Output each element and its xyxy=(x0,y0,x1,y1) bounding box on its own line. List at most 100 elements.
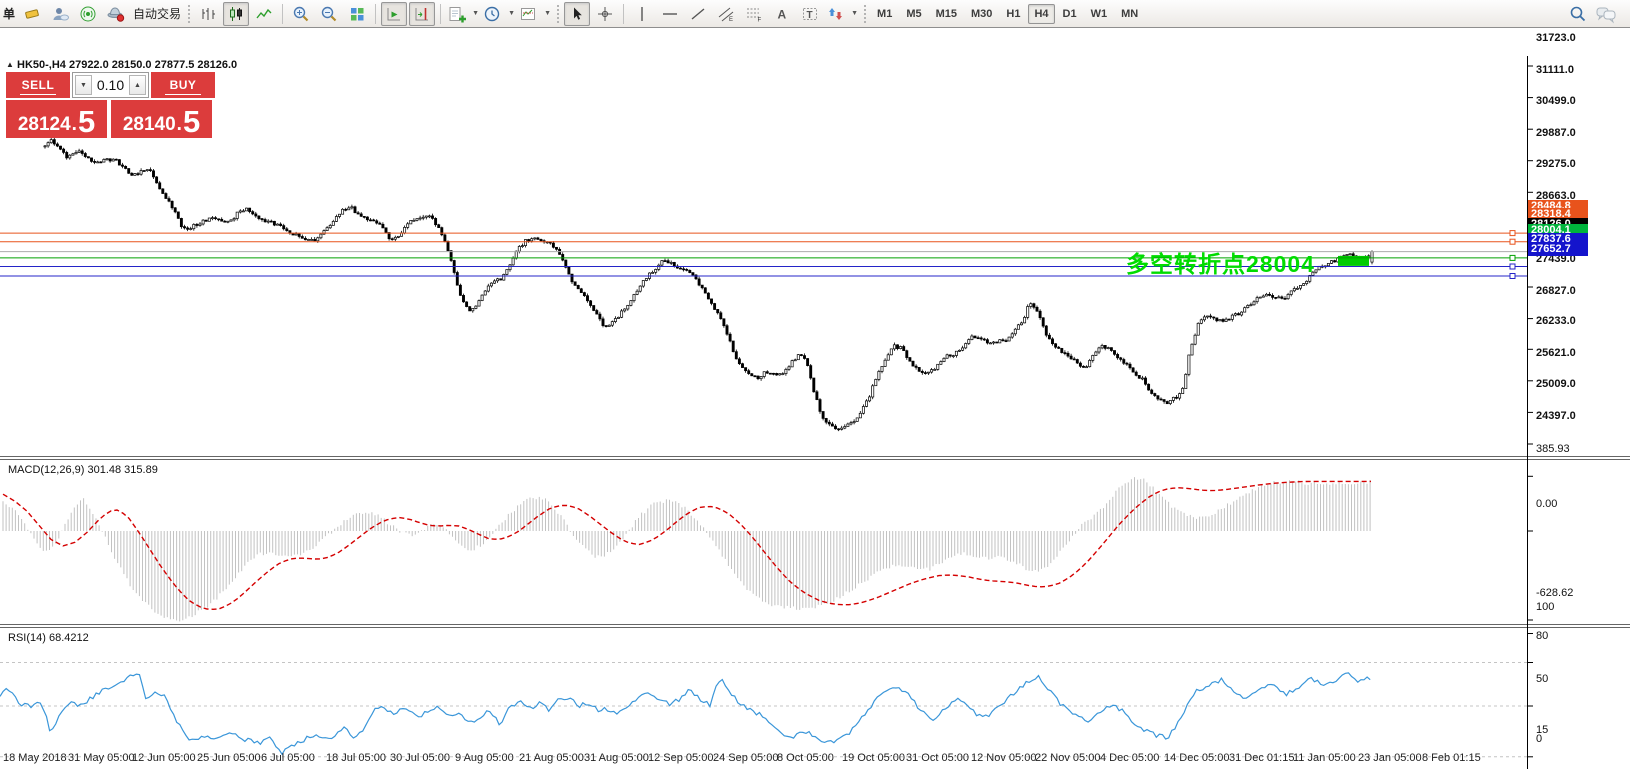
svg-text:T: T xyxy=(807,10,813,21)
time-axis-label: 12 Jun 05:00 xyxy=(132,752,196,764)
toolbar-separator xyxy=(375,4,376,24)
price-axis-tick: 30499.0 xyxy=(1536,95,1576,107)
lot-size-field[interactable]: ▼ 0.10 ▲ xyxy=(72,72,149,98)
sell-price-box[interactable]: 28124 . 5 xyxy=(6,100,107,138)
mt4-window: 单 自动交易 ▼ ▼ ▼ E F A T ▼ M1 M5 xyxy=(0,0,1630,769)
horizontal-line-tool-icon[interactable] xyxy=(657,2,683,26)
time-axis-label: 11 Jan 05:00 xyxy=(1293,752,1356,764)
timeframe-m5[interactable]: M5 xyxy=(900,4,927,24)
auto-scroll-icon[interactable] xyxy=(381,2,407,26)
timeframe-w1[interactable]: W1 xyxy=(1085,4,1114,24)
signal-icon[interactable] xyxy=(75,2,101,26)
gold-icon[interactable] xyxy=(19,2,45,26)
timeframe-d1[interactable]: D1 xyxy=(1057,4,1083,24)
chevron-down-icon: ▼ xyxy=(851,10,858,17)
svg-text:A: A xyxy=(778,7,787,21)
macd-axis-label: 385.93 xyxy=(1536,443,1570,455)
time-axis-label: 12 Nov 05:00 xyxy=(971,752,1036,764)
time-axis-label: 8 Oct 05:00 xyxy=(777,752,834,764)
sell-button[interactable]: SELL xyxy=(6,72,70,98)
buy-price-box[interactable]: 28140 . 5 xyxy=(111,100,212,138)
svg-text:E: E xyxy=(729,17,733,23)
main-toolbar: 单 自动交易 ▼ ▼ ▼ E F A T ▼ M1 M5 xyxy=(0,0,1630,28)
time-axis-label: 19 Oct 05:00 xyxy=(842,752,905,764)
zoom-in-icon[interactable] xyxy=(288,2,314,26)
price-axis-tick: 31111.0 xyxy=(1536,64,1574,76)
sell-price-main: 28124 xyxy=(18,115,71,134)
timeframe-h4[interactable]: H4 xyxy=(1028,4,1054,24)
autotrade-button-label[interactable]: 自动交易 xyxy=(133,5,181,22)
lot-decrease-button[interactable]: ▼ xyxy=(75,75,92,95)
price-axis-tick: 26233.0 xyxy=(1536,315,1576,327)
time-axis-label: 23 Jan 05:00 xyxy=(1358,752,1422,764)
buy-price-fraction: 5 xyxy=(183,109,200,134)
toolbar-group-handle xyxy=(557,5,559,23)
time-axis-label: 24 Sep 05:00 xyxy=(713,752,778,764)
timeframe-m15[interactable]: M15 xyxy=(930,4,963,24)
one-click-trading-panel: SELL ▼ 0.10 ▲ BUY 28124 . 5 28140 . 5 xyxy=(6,72,215,138)
price-axis-tick: 24397.0 xyxy=(1536,410,1576,422)
expert-advisor-hat-icon[interactable] xyxy=(103,2,129,26)
buy-button[interactable]: BUY xyxy=(151,72,215,98)
time-axis-label: 25 Jun 05:00 xyxy=(197,752,261,764)
time-axis-label: 18 May 2018 xyxy=(3,752,67,764)
text-label-tool-icon[interactable]: T xyxy=(797,2,823,26)
text-tool-icon[interactable]: A xyxy=(769,2,795,26)
time-axis-label: 31 May 05:00 xyxy=(68,752,135,764)
bar-chart-icon[interactable] xyxy=(195,2,221,26)
line-chart-icon[interactable] xyxy=(251,2,277,26)
timeframe-m1[interactable]: M1 xyxy=(871,4,898,24)
lot-size-value[interactable]: 0.10 xyxy=(94,77,127,93)
toolbar-group-handle xyxy=(864,5,866,23)
new-order-button-partial[interactable]: 单 xyxy=(3,5,15,22)
chart-shift-icon[interactable] xyxy=(409,2,435,26)
macd-axis-label: 0.00 xyxy=(1536,498,1557,510)
trendline-tool-icon[interactable] xyxy=(685,2,711,26)
rsi-indicator-label: RSI(14) 68.4212 xyxy=(8,632,89,644)
time-axis-label: 21 Aug 05:00 xyxy=(519,752,584,764)
templates-icon[interactable]: ▼ xyxy=(518,2,552,26)
lot-increase-button[interactable]: ▲ xyxy=(129,75,146,95)
account-icon[interactable] xyxy=(47,2,73,26)
chart-canvas[interactable] xyxy=(0,56,1630,769)
chart-annotation-text: 多空转折点28004 xyxy=(1126,245,1315,279)
crosshair-icon[interactable] xyxy=(592,2,618,26)
chat-icon[interactable] xyxy=(1593,2,1619,26)
price-axis-tick: 29275.0 xyxy=(1536,158,1576,170)
price-axis-tick: 25009.0 xyxy=(1536,378,1576,390)
rsi-axis-label: 100 xyxy=(1536,601,1554,613)
periods-clock-icon[interactable]: ▼ xyxy=(482,2,516,26)
timeframe-m30[interactable]: M30 xyxy=(965,4,998,24)
chart-title: HK50-,H4 27922.0 28150.0 27877.5 28126.0 xyxy=(17,59,237,71)
time-axis-label: 18 Jul 05:00 xyxy=(326,752,386,764)
fibonacci-icon[interactable]: F xyxy=(741,2,767,26)
tile-windows-icon[interactable] xyxy=(344,2,370,26)
time-axis-label: 22 Nov 05:00 xyxy=(1035,752,1100,764)
timeframe-mn[interactable]: MN xyxy=(1115,4,1144,24)
price-axis-tick: 25621.0 xyxy=(1536,347,1576,359)
equidistant-channel-icon[interactable]: E xyxy=(713,2,739,26)
zoom-out-icon[interactable] xyxy=(316,2,342,26)
rsi-axis-label: 0 xyxy=(1536,733,1542,745)
time-axis-label: 8 Feb 01:15 xyxy=(1422,752,1481,764)
svg-text:F: F xyxy=(758,17,762,23)
chevron-down-icon: ▼ xyxy=(544,10,551,17)
cursor-icon[interactable] xyxy=(564,2,590,26)
chevron-down-icon: ▼ xyxy=(508,10,515,17)
time-axis-label: 4 Dec 05:00 xyxy=(1100,752,1159,764)
buy-price-main: 28140 xyxy=(123,115,176,134)
add-indicator-icon[interactable]: ▼ xyxy=(446,2,480,26)
chart-window[interactable]: ▲ HK50-,H4 27922.0 28150.0 27877.5 28126… xyxy=(0,27,1630,769)
macd-axis-label: -628.62 xyxy=(1536,587,1573,599)
arrows-tool-icon[interactable]: ▼ xyxy=(825,2,859,26)
candlestick-chart-icon[interactable] xyxy=(223,2,249,26)
vertical-line-tool-icon[interactable] xyxy=(629,2,655,26)
collapse-panel-arrow-icon[interactable]: ▲ xyxy=(6,60,14,69)
timeframe-h1[interactable]: H1 xyxy=(1000,4,1026,24)
buy-price-dot: . xyxy=(177,115,182,134)
sell-price-fraction: 5 xyxy=(78,109,95,134)
price-axis-tick: 31723.0 xyxy=(1536,32,1576,44)
price-axis-tick: 26827.0 xyxy=(1536,285,1576,297)
search-icon[interactable] xyxy=(1565,2,1591,26)
time-axis-label: 9 Aug 05:00 xyxy=(455,752,514,764)
